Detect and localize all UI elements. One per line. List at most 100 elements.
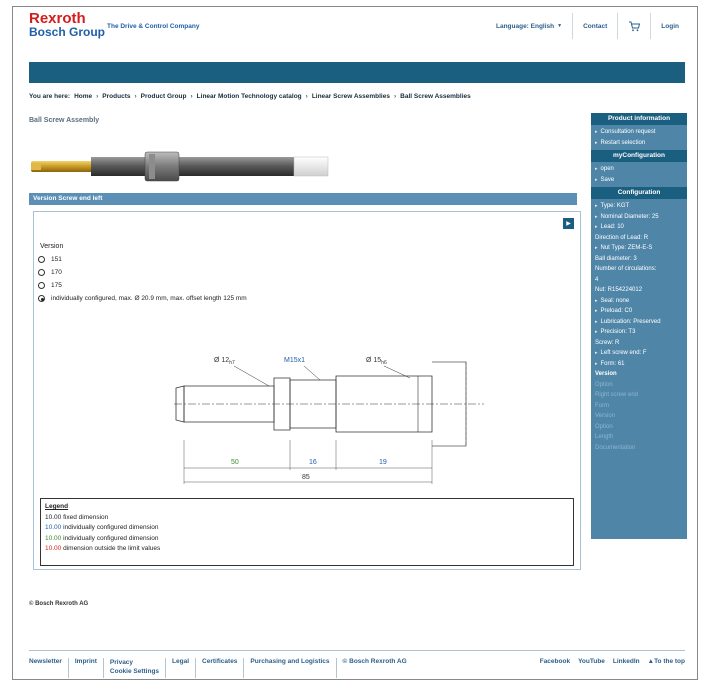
version-option-individual[interactable]: individually configured, max. Ø 20.9 mm,… xyxy=(38,295,247,302)
footer-link-legal[interactable]: Legal xyxy=(165,658,195,678)
to-top-link[interactable]: ▲To the top xyxy=(648,658,685,679)
breadcrumb-prefix: You are here: xyxy=(29,93,71,100)
dim-d3: Ø 15h6 xyxy=(366,357,387,366)
option-label: 175 xyxy=(51,282,62,289)
legend-text: fixed dimension xyxy=(63,513,109,521)
dim-d3-text: Ø 15 xyxy=(366,357,381,364)
open-link[interactable]: open xyxy=(595,164,683,175)
dim-d1: Ø 12h7 xyxy=(214,357,235,366)
rexroth-logo[interactable]: Rexroth Bosch Group xyxy=(29,10,106,39)
save-link[interactable]: Save xyxy=(595,175,683,186)
version-option-151[interactable]: 151 xyxy=(38,256,62,263)
contact-link[interactable]: Contact xyxy=(572,13,617,39)
sidebar-heading-product-info: Product information xyxy=(591,113,687,125)
config-item[interactable]: Option xyxy=(595,380,683,391)
logo-line1: Rexroth xyxy=(29,10,86,27)
config-item[interactable]: Type: KGT xyxy=(595,201,683,212)
radio-button[interactable] xyxy=(38,282,45,289)
config-item[interactable]: Left screw end: F xyxy=(595,348,683,359)
dim-total: 85 xyxy=(302,474,310,481)
footer-link-purchasing[interactable]: Purchasing and Logistics xyxy=(243,658,335,678)
breadcrumb-separator: › xyxy=(96,93,99,100)
footer-link-privacy[interactable]: Privacy Cookie Settings xyxy=(102,658,165,678)
footer-divider xyxy=(29,650,685,651)
youtube-link[interactable]: YouTube xyxy=(578,658,605,679)
page-title: Ball Screw Assembly xyxy=(29,117,100,124)
breadcrumb-item[interactable]: Product Group xyxy=(141,93,187,100)
linkedin-link[interactable]: LinkedIn xyxy=(613,658,640,679)
config-item: Nut: R154224012 xyxy=(595,287,643,293)
version-option-175[interactable]: 175 xyxy=(38,282,62,289)
expand-button[interactable]: ▶ xyxy=(563,218,574,229)
option-label: 151 xyxy=(51,256,62,263)
config-item: Direction of Lead: R xyxy=(595,234,649,241)
sidebar: Product information Consultation request… xyxy=(591,113,687,539)
config-item[interactable]: Version xyxy=(595,411,683,422)
legend-text: dimension outside the limit values xyxy=(63,545,161,552)
config-item[interactable]: Nominal Diameter: 25 xyxy=(595,212,683,223)
sidebar-heading-myconfiguration: myConfiguration xyxy=(591,150,687,162)
config-item[interactable]: Option xyxy=(595,422,683,433)
option-label: individually configured, max. Ø 20.9 mm,… xyxy=(51,295,247,302)
config-item[interactable]: Precision: T3 xyxy=(595,327,683,338)
legend-text: individually configured dimension xyxy=(63,524,159,531)
version-label: Version xyxy=(40,243,64,250)
arrow-right-icon: ▶ xyxy=(566,221,571,227)
radio-button[interactable] xyxy=(38,269,45,276)
consultation-request-link[interactable]: Consultation request xyxy=(595,127,683,138)
config-item[interactable]: Length xyxy=(595,432,683,443)
login-link[interactable]: Login xyxy=(650,13,689,39)
config-item: Version xyxy=(595,371,617,377)
language-selector[interactable]: Language: English ▼ xyxy=(486,13,572,39)
option-label: 170 xyxy=(51,269,62,276)
config-item[interactable]: Seal: none xyxy=(595,296,683,307)
version-bar: Version Screw end left xyxy=(29,193,577,205)
language-label: Language: English xyxy=(495,22,555,30)
dim-d1-sub: h7 xyxy=(229,360,235,366)
legend-num: 10.00 xyxy=(45,545,62,552)
config-item[interactable]: Lubrication: Preserved xyxy=(595,317,683,328)
config-item: Number of circulations: xyxy=(595,266,657,272)
blue-banner xyxy=(29,62,685,83)
ball-screw-image xyxy=(31,151,329,182)
breadcrumb-item[interactable]: Linear Motion Technology catalog xyxy=(197,93,302,100)
logo-line2: Bosch Group xyxy=(29,25,106,39)
dim-b: 16 xyxy=(309,459,317,466)
footer-right-links: Facebook YouTube LinkedIn ▲To the top xyxy=(540,658,685,679)
breadcrumb-item[interactable]: Linear Screw Assemblies xyxy=(312,93,390,100)
dim-a: 50 xyxy=(231,459,239,466)
config-item: 4 xyxy=(595,276,599,283)
legend-row: 10.00 fixed dimension xyxy=(45,513,569,524)
config-item[interactable]: Form xyxy=(595,401,683,412)
breadcrumb: You are here: Home › Products › Product … xyxy=(29,93,471,100)
legend-title: Legend xyxy=(45,503,69,510)
radio-button[interactable] xyxy=(38,256,45,263)
dim-d3-sub: h6 xyxy=(381,360,387,366)
restart-selection-link[interactable]: Restart selection xyxy=(595,138,683,149)
footer-link-imprint[interactable]: Imprint xyxy=(67,658,103,678)
config-item[interactable]: Nut Type: ZEM-E-S xyxy=(595,243,683,254)
radio-button-selected[interactable] xyxy=(38,295,45,302)
cart-icon xyxy=(629,21,641,31)
sidebar-section-configuration: Type: KGTNominal Diameter: 25Lead: 10Dir… xyxy=(591,199,687,455)
facebook-link[interactable]: Facebook xyxy=(540,658,570,679)
config-item[interactable]: Form: 61 xyxy=(595,359,683,370)
config-item: Screw: R xyxy=(595,339,620,346)
version-option-170[interactable]: 170 xyxy=(38,269,62,276)
config-item[interactable]: Documentation xyxy=(595,443,683,454)
config-item[interactable]: Lead: 10 xyxy=(595,222,683,233)
cart-button[interactable] xyxy=(617,13,650,39)
copyright-text: © Bosch Rexroth AG xyxy=(29,601,89,607)
footer-link-certificates[interactable]: Certificates xyxy=(195,658,243,678)
dim-c: 19 xyxy=(379,459,387,466)
footer-link-newsletter[interactable]: Newsletter xyxy=(29,658,68,678)
legend-text: individually configured dimension xyxy=(63,534,159,542)
breadcrumb-item[interactable]: Ball Screw Assemblies xyxy=(400,93,471,100)
sidebar-heading-configuration: Configuration xyxy=(591,187,687,199)
breadcrumb-item[interactable]: Home xyxy=(74,93,92,100)
sidebar-section-product-info: Consultation request Restart selection xyxy=(591,125,687,150)
config-item[interactable]: Preload: C0 xyxy=(595,306,683,317)
chevron-down-icon: ▼ xyxy=(557,23,563,29)
breadcrumb-item[interactable]: Products xyxy=(102,93,130,100)
config-item[interactable]: Right screw end xyxy=(595,390,683,401)
